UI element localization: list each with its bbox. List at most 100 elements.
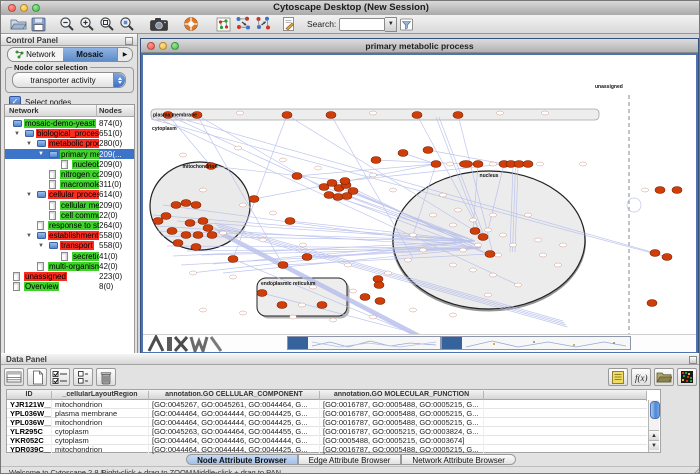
new-attribute-icon[interactable] [27,368,47,386]
scroll-down-icon[interactable]: ▼ [649,440,659,450]
network-node[interactable] [662,254,672,261]
column-header[interactable] [484,391,647,401]
expand-triangle-icon[interactable]: ▼ [14,129,20,139]
network-window-titlebar[interactable]: primary metabolic process [141,39,698,53]
search-config-icon[interactable] [397,16,415,33]
column-header[interactable]: annotation.GO MOLECULAR_FUNCTION [320,391,484,401]
tab-network[interactable]: Network [8,48,63,61]
dropdown-stepper-icon[interactable] [113,73,125,87]
network-node[interactable] [360,294,370,301]
attribute-table-header[interactable]: ID_cellularLayoutRegionannotation.GO CEL… [7,390,647,400]
network-node[interactable] [257,290,267,297]
network-node[interactable] [470,228,480,235]
delete-attribute-icon[interactable] [96,368,116,386]
import-attributes-icon[interactable] [254,16,272,33]
network-node[interactable] [324,192,334,199]
network-node[interactable] [191,244,201,251]
network-node[interactable] [277,302,287,309]
column-header[interactable]: _cellularLayoutRegion [52,391,149,401]
network-tree-row[interactable]: ▼transport558(0) [5,241,134,251]
network-node[interactable] [171,202,181,209]
network-tree-row[interactable]: multi-organism pro42(0) [5,261,134,271]
expand-triangle-icon[interactable]: ▼ [38,149,44,159]
select-attributes-icon[interactable] [50,368,70,386]
table-row[interactable]: YPL036W__2plasma membrane[GO:0044464, GO… [7,409,647,418]
network-node[interactable] [326,112,336,119]
network-node[interactable] [412,112,422,119]
network-tree-row[interactable]: ▼metabolic process280(0) [5,139,134,149]
network-node[interactable] [514,161,524,168]
app-titlebar[interactable]: Cytoscape Desktop (New Session) [1,1,700,16]
tab-node-attribute-browser[interactable]: Node Attribute Browser [186,454,298,465]
network-node[interactable] [453,112,463,119]
expand-triangle-icon[interactable]: ▼ [38,241,44,251]
network-node[interactable] [249,196,259,203]
function-builder-icon[interactable]: f(x) [631,368,651,386]
help-icon[interactable] [182,16,200,33]
new-network-icon[interactable] [214,16,232,33]
network-node[interactable] [647,300,657,307]
unselect-attributes-icon[interactable] [73,368,93,386]
tab-edge-attribute-browser[interactable]: Edge Attribute Browser [298,454,402,465]
network-node[interactable] [374,282,384,289]
scrollbar-thumb[interactable] [650,401,660,419]
network-node[interactable] [375,298,385,305]
network-node[interactable] [292,173,302,180]
network-tree-header[interactable]: Network Nodes [5,105,134,117]
network-canvas[interactable]: plasma membranecytoplasmmitochondrionnuc… [143,55,696,336]
network-tree-row[interactable]: response to stimulu264(0) [5,221,134,231]
network-node[interactable] [282,112,292,119]
network-tree-row[interactable]: ▼biological_process651(0) [5,129,134,139]
expand-triangle-icon[interactable]: ▼ [26,139,32,149]
tab-mosaic[interactable]: Mosaic [63,48,118,61]
background-window-thumbnail[interactable] [287,336,441,350]
network-node[interactable] [203,225,213,232]
network-node[interactable] [173,240,183,247]
network-node[interactable] [278,262,288,269]
network-tree-row[interactable]: ▼cellular process614(0) [5,190,134,200]
zoom-in-icon[interactable] [78,16,96,33]
network-tree-row[interactable]: unassigned223(0) [5,272,134,282]
search-input[interactable] [339,18,385,31]
network-tree-row[interactable]: nucleobase-209(0) [5,159,134,169]
network-canvas-area[interactable]: plasma membranecytoplasmmitochondrionnuc… [141,53,698,353]
network-node[interactable] [207,232,217,239]
network-node[interactable] [340,178,350,185]
table-row[interactable]: YJR121W__1mitochondrion[GO:0045267, GO:0… [7,400,647,409]
table-row[interactable]: YDR039C__1mitochondrion[GO:0044464, GO:0… [7,445,647,454]
network-node[interactable] [317,302,327,309]
network-tree-row[interactable]: ▼primary metab209(... [5,149,134,159]
matrix-view-icon[interactable] [677,368,697,386]
network-node[interactable] [650,250,660,257]
network-tree-row[interactable]: cellular metabo209(0) [5,200,134,210]
network-tree-row[interactable]: Overview8(0) [5,282,134,292]
network-node[interactable] [181,232,191,239]
background-window-thumbnail[interactable] [441,336,631,350]
snapshot-icon[interactable] [150,16,168,33]
network-tree-row[interactable]: nitrogen compo209(0) [5,170,134,180]
table-vertical-scrollbar[interactable]: ▲ ▼ [648,400,659,452]
network-node[interactable] [371,157,381,164]
zoom-fit-icon[interactable] [98,16,116,33]
network-node[interactable] [153,218,163,225]
search-dropdown-arrow-icon[interactable]: ▼ [385,17,397,32]
attribute-list-icon[interactable] [608,368,628,386]
network-tree-row[interactable]: macromolecule311(0) [5,180,134,190]
network-node[interactable] [655,187,665,194]
float-panel-icon[interactable] [125,37,133,45]
network-node[interactable] [167,228,177,235]
network-node[interactable] [460,161,473,168]
network-tree-row[interactable]: mosaic-demo-yeast874(0) [5,119,134,129]
network-node[interactable] [485,251,495,258]
table-row[interactable]: YPL036W__1mitochondrion[GO:0044464, GO:0… [7,418,647,427]
save-session-icon[interactable] [29,16,47,33]
network-node[interactable] [473,161,483,168]
open-file-icon[interactable] [9,16,27,33]
network-node[interactable] [191,202,201,209]
network-node[interactable] [672,187,682,194]
network-tree-row[interactable]: cell communicat22(0) [5,210,134,220]
table-row[interactable]: YKR052Ccytoplasm[GO:0044464, GO:0044446,… [7,436,647,445]
network-node[interactable] [302,254,312,261]
column-header[interactable]: annotation.GO CELLULAR_COMPONENT [149,391,320,401]
network-node[interactable] [398,150,408,157]
